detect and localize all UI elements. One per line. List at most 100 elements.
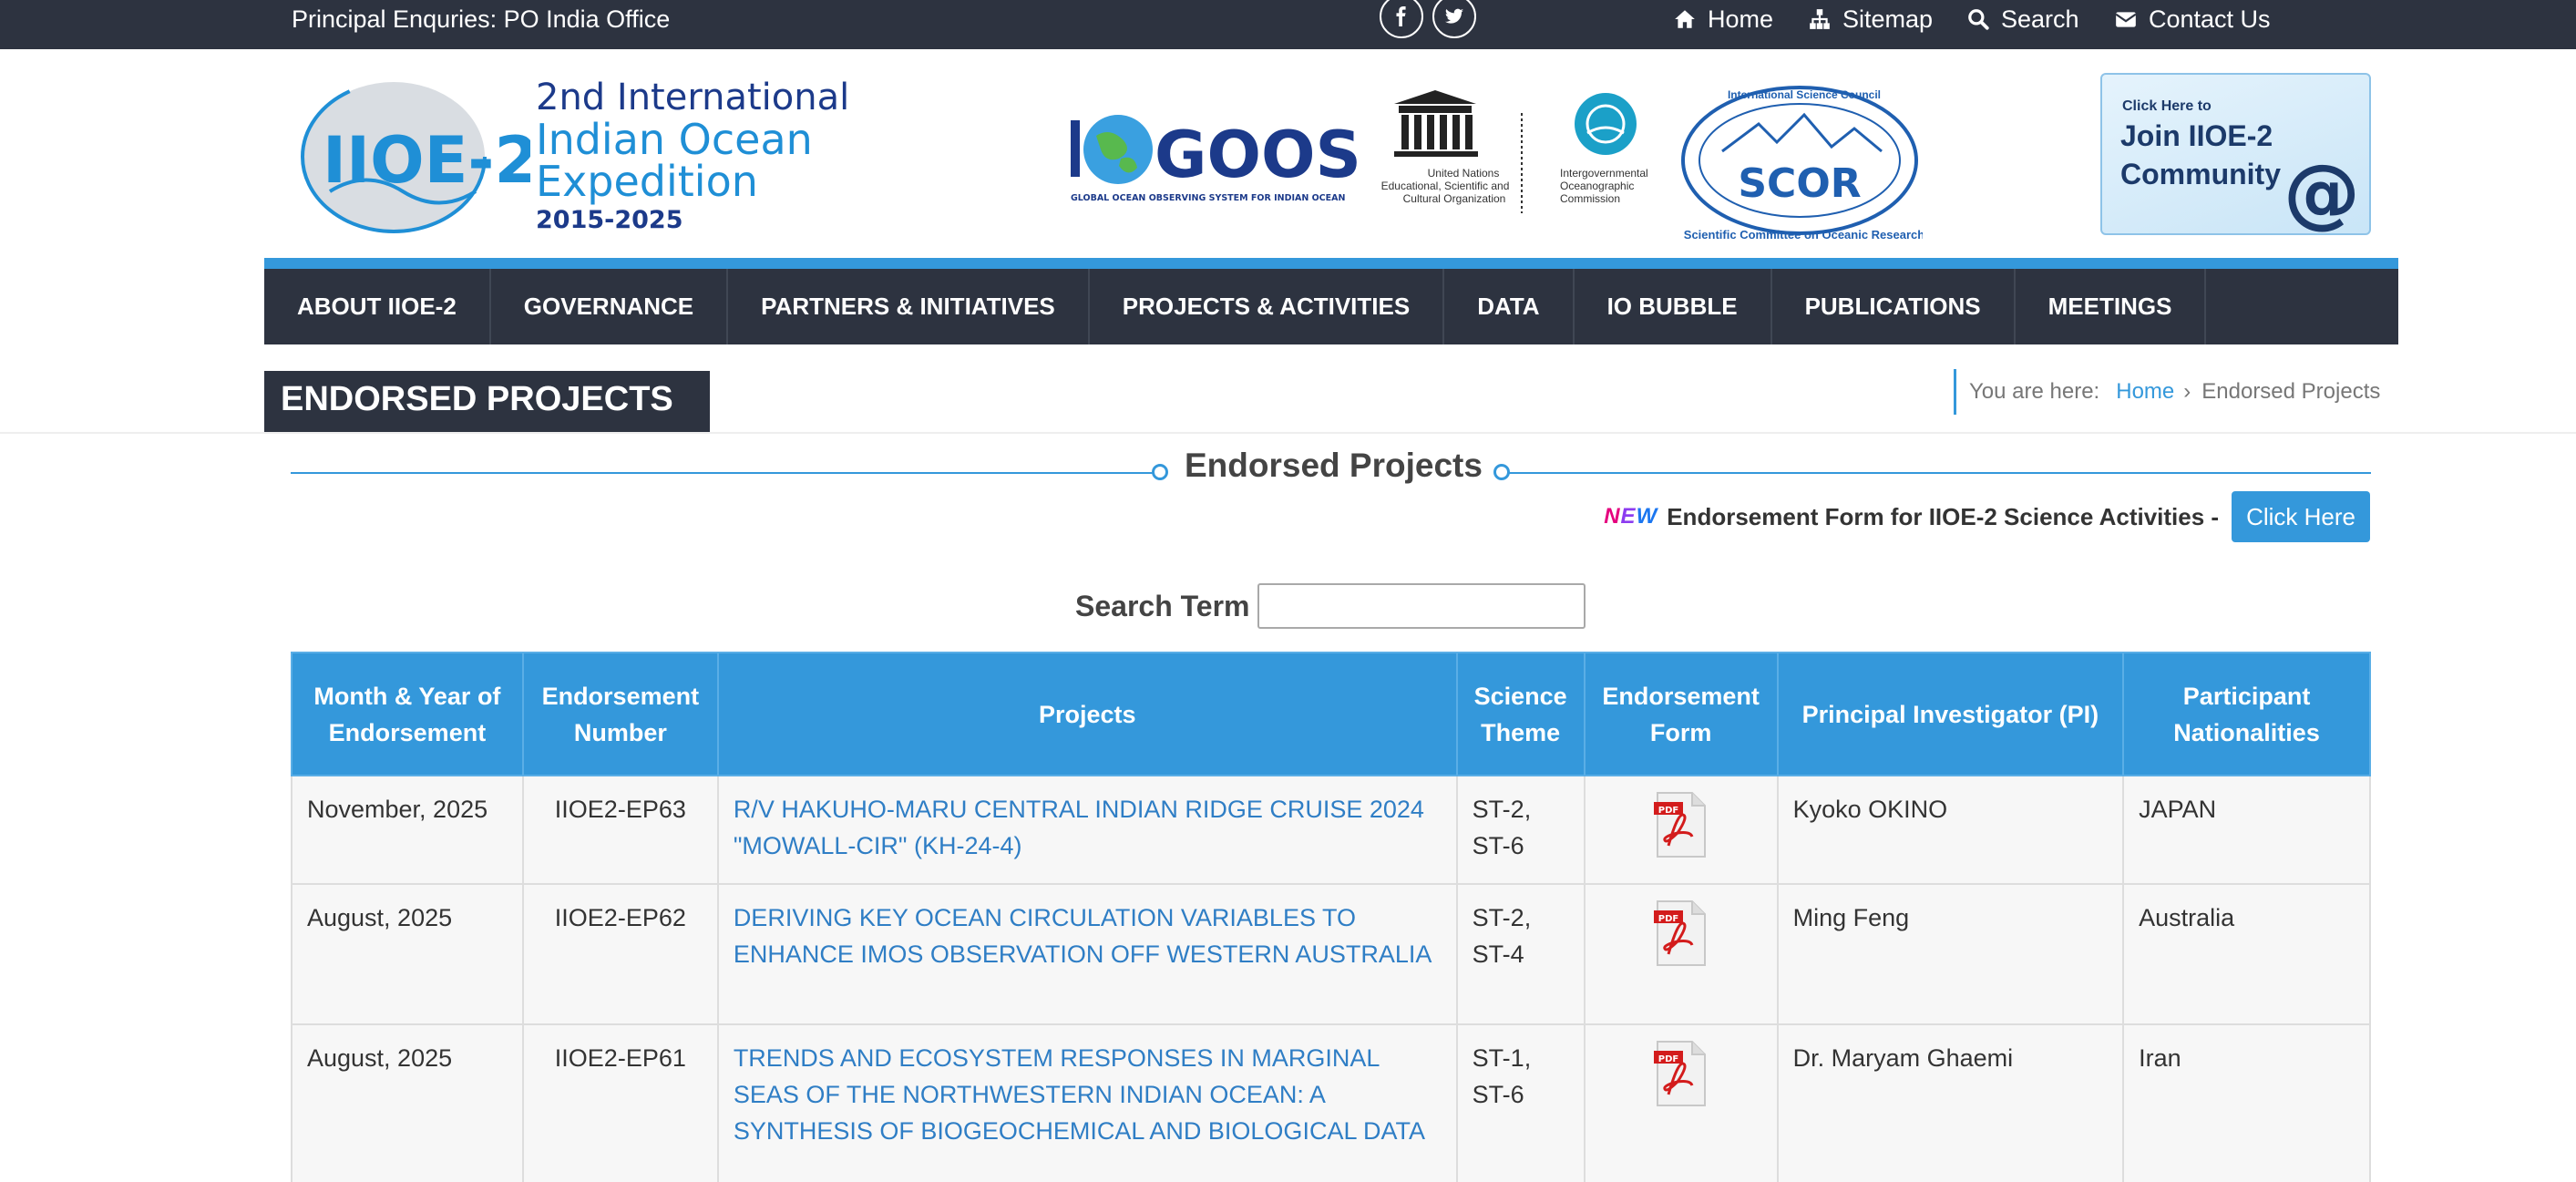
- breadcrumb: You are here: Home › Endorsed Projects: [1954, 369, 2380, 415]
- cell-number: IIOE2-EP63: [521, 775, 719, 885]
- cell-theme: ST-2, ST-4: [1455, 883, 1586, 1025]
- project-link[interactable]: TRENDS AND ECOSYSTEM RESPONSES IN MARGIN…: [716, 1023, 1458, 1182]
- twitter-icon[interactable]: [1432, 0, 1476, 38]
- cell-nationality: Iran: [2122, 1023, 2371, 1182]
- page-title: ENDORSED PROJECTS: [264, 371, 710, 433]
- cell-pi: Dr. Maryam Ghaemi: [1776, 1023, 2125, 1182]
- svg-text:PDF: PDF: [1657, 914, 1678, 924]
- join-line-2: Community: [2120, 158, 2281, 190]
- ioc-caption-1: Intergovernmental: [1560, 167, 1648, 180]
- click-here-button[interactable]: Click Here: [2232, 491, 2370, 542]
- breadcrumb-separator: ›: [2183, 379, 2191, 404]
- endorsement-form-text: Endorsement Form for IIOE-2 Science Acti…: [1667, 502, 2220, 530]
- main-navigation: ABOUT IIOE-2 GOVERNANCE PARTNERS & INITI…: [264, 258, 2398, 344]
- home-icon: [1675, 10, 1695, 28]
- unesco-logo: United Nations Educational, Scientific a…: [1376, 86, 1531, 268]
- section-rule-left: [291, 472, 1156, 474]
- cell-form: PDF: [1583, 1023, 1779, 1182]
- join-small-text: Click Here to: [2122, 98, 2212, 114]
- breadcrumb-home-link[interactable]: Home: [2116, 379, 2174, 405]
- at-icon: @: [2284, 148, 2360, 237]
- top-link-sitemap[interactable]: Sitemap: [1808, 5, 1933, 33]
- header-form[interactable]: Endorsement Form: [1583, 652, 1779, 776]
- svg-text:GOOS: GOOS: [1155, 118, 1361, 192]
- endorsed-projects-table: Month & Year of Endorsement Endorsement …: [291, 652, 2371, 1182]
- logo-line-2: Indian Ocean: [536, 115, 813, 164]
- cell-nationality: Australia: [2122, 883, 2371, 1025]
- unesco-caption-3: Cultural Organization: [1403, 192, 1506, 205]
- top-link-home-label: Home: [1708, 5, 1774, 33]
- top-link-contact-label: Contact Us: [2149, 5, 2271, 33]
- top-link-contact[interactable]: Contact Us: [2114, 5, 2271, 33]
- divider: [0, 432, 2576, 434]
- header-projects[interactable]: Projects: [716, 652, 1458, 776]
- nav-projects[interactable]: PROJECTS & ACTIVITIES: [1090, 269, 1445, 344]
- nav-publications[interactable]: PUBLICATIONS: [1772, 269, 2016, 344]
- envelope-icon: [2115, 12, 2137, 27]
- nav-about[interactable]: ABOUT IIOE-2: [264, 269, 491, 344]
- cell-date: August, 2025: [291, 883, 524, 1025]
- nav-data[interactable]: DATA: [1444, 269, 1575, 344]
- search-icon: [1968, 9, 1989, 30]
- breadcrumb-prefix: You are here:: [1969, 379, 2100, 404]
- header-number[interactable]: Endorsement Number: [521, 652, 719, 776]
- scor-arc-top: International Science Council: [1728, 88, 1881, 101]
- top-bar: Principal Enquries: PO India Office Home…: [0, 0, 2576, 49]
- ioc-caption-3: Commission: [1560, 192, 1620, 205]
- facebook-icon[interactable]: [1380, 0, 1423, 38]
- table-row: August, 2025 IIOE2-EP61 TRENDS AND ECOSY…: [291, 1023, 2371, 1182]
- nav-governance[interactable]: GOVERNANCE: [491, 269, 729, 344]
- top-link-home[interactable]: Home: [1673, 5, 1773, 33]
- cell-pi: Ming Feng: [1776, 883, 2125, 1025]
- top-link-sitemap-label: Sitemap: [1842, 5, 1934, 33]
- join-community-banner[interactable]: Click Here to Join IIOE-2 Community @: [2100, 73, 2371, 235]
- scor-label: SCOR: [1738, 160, 1861, 207]
- section-dot-left: [1152, 464, 1168, 480]
- table-row: November, 2025 IIOE2-EP63 R/V HAKUHO-MAR…: [291, 775, 2371, 885]
- cell-date: November, 2025: [291, 775, 524, 885]
- pdf-icon[interactable]: PDF: [1652, 1040, 1710, 1107]
- scor-logo: SCOR International Science Council Scien…: [1677, 78, 1924, 247]
- section-rule-right: [1508, 472, 2371, 474]
- cell-number: IIOE2-EP61: [521, 1023, 719, 1182]
- site-header: IIOE-2 2nd International Indian Ocean Ex…: [0, 49, 2576, 268]
- iioe2-logo[interactable]: IIOE-2: [293, 73, 539, 251]
- scor-arc-bottom: Scientific Committee on Oceanic Research: [1684, 228, 1923, 242]
- iioe2-logo-text: 2nd International Indian Ocean Expeditio…: [536, 77, 849, 239]
- svg-text:PDF: PDF: [1657, 806, 1678, 816]
- cell-pi: Kyoko OKINO: [1776, 775, 2125, 885]
- search-bar: Search Term: [1075, 583, 1586, 629]
- top-link-search[interactable]: Search: [1966, 5, 2079, 33]
- join-line-1: Join IIOE-2: [2120, 119, 2273, 152]
- section-title: Endorsed Projects: [1185, 447, 1483, 484]
- cell-nationality: JAPAN: [2122, 775, 2371, 885]
- logo-years: 2015-2025: [536, 206, 683, 234]
- table-header-row: Month & Year of Endorsement Endorsement …: [291, 652, 2371, 776]
- cell-number: IIOE2-EP62: [521, 883, 719, 1025]
- pdf-icon[interactable]: PDF: [1652, 791, 1710, 858]
- project-link[interactable]: R/V HAKUHO-MARU CENTRAL INDIAN RIDGE CRU…: [716, 775, 1458, 885]
- principal-enquiries-text: Principal Enquries: PO India Office: [292, 5, 671, 33]
- cell-theme: ST-2, ST-6: [1455, 775, 1586, 885]
- iogoos-subtitle: GLOBAL OCEAN OBSERVING SYSTEM FOR INDIAN…: [1071, 193, 1345, 203]
- header-theme[interactable]: Science Theme: [1455, 652, 1586, 776]
- breadcrumb-current: Endorsed Projects: [2201, 379, 2381, 404]
- nav-io-bubble[interactable]: IO BUBBLE: [1575, 269, 1772, 344]
- search-input[interactable]: [1257, 583, 1586, 629]
- cell-form: PDF: [1583, 775, 1779, 885]
- top-link-search-label: Search: [2001, 5, 2079, 33]
- header-nationalities[interactable]: Participant Nationalities: [2122, 652, 2371, 776]
- header-date[interactable]: Month & Year of Endorsement: [291, 652, 524, 776]
- new-badge: NEW: [1604, 504, 1658, 529]
- iogoos-logo: GOOS GLOBAL OCEAN OBSERVING SYSTEM FOR I…: [1071, 104, 1362, 209]
- logo-line-1: 2nd International: [536, 77, 850, 118]
- cell-theme: ST-1, ST-6: [1455, 1023, 1586, 1182]
- unesco-caption-2: Educational, Scientific and: [1381, 180, 1510, 192]
- nav-partners[interactable]: PARTNERS & INITIATIVES: [728, 269, 1090, 344]
- search-label: Search Term: [1075, 589, 1250, 622]
- nav-meetings[interactable]: MEETINGS: [2016, 269, 2207, 344]
- header-pi[interactable]: Principal Investigator (PI): [1776, 652, 2125, 776]
- endorsement-form-notice: NEW Endorsement Form for IIOE-2 Science …: [1604, 491, 2370, 542]
- pdf-icon[interactable]: PDF: [1652, 899, 1710, 967]
- project-link[interactable]: DERIVING KEY OCEAN CIRCULATION VARIABLES…: [716, 883, 1458, 1025]
